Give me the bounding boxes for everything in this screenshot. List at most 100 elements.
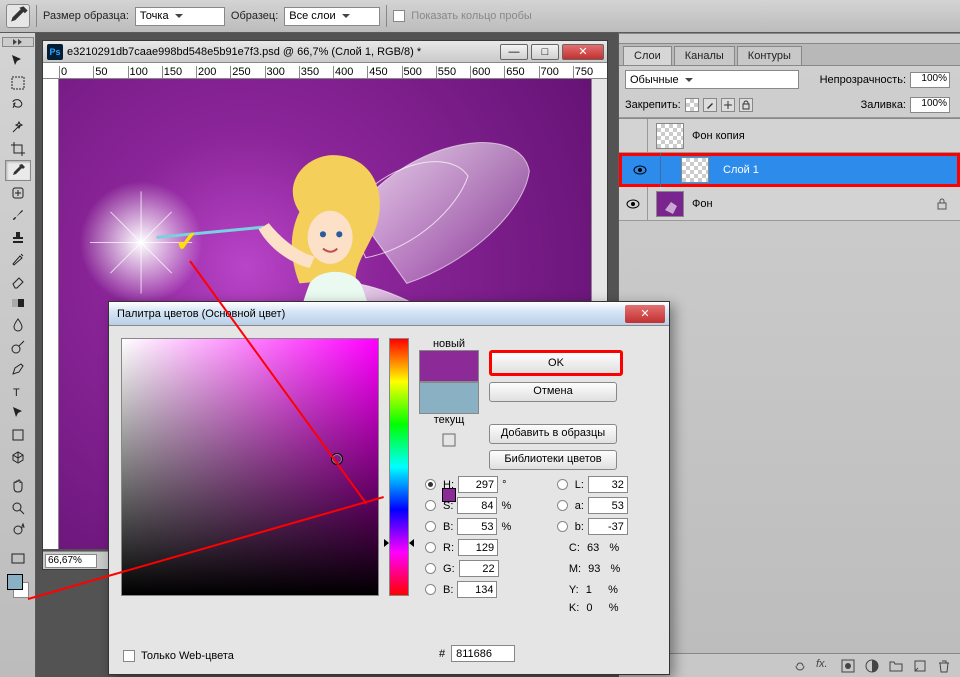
layer-row[interactable]: Фон копия [619,119,960,153]
window-close[interactable]: ✕ [562,44,604,60]
layer-thumbnail[interactable] [681,157,709,183]
eyedropper-tool[interactable] [5,160,31,181]
eraser-tool[interactable] [5,270,31,291]
add-swatch-button[interactable]: Добавить в образцы [489,424,617,444]
fill-input[interactable]: 100% [910,97,950,113]
layer-name[interactable]: Фон копия [692,130,745,142]
opacity-input[interactable]: 100% [910,72,950,88]
bl-input[interactable] [588,518,628,535]
color-swatches[interactable] [5,572,31,600]
l-input[interactable] [588,476,628,493]
hue-pointer[interactable] [384,539,389,547]
wand-tool[interactable] [5,116,31,137]
bv-input[interactable] [457,518,497,535]
tab-layers[interactable]: Слои [623,46,672,65]
window-minimize[interactable]: — [500,44,528,60]
adjustment-icon[interactable] [864,658,880,674]
fx-icon[interactable]: fx. [816,658,832,674]
stamp-tool[interactable] [5,226,31,247]
screen-mode-tool[interactable] [5,548,31,569]
zoom-field[interactable]: 66,67% [45,554,97,568]
cancel-button[interactable]: Отмена [489,382,617,402]
radio-g[interactable] [425,563,436,574]
window-maximize[interactable]: □ [531,44,559,60]
rotate-tool[interactable] [5,519,31,540]
blur-tool[interactable] [5,314,31,335]
web-only-checkbox[interactable] [123,650,135,662]
show-ring-checkbox[interactable] [393,10,405,22]
r-input[interactable] [458,539,498,556]
heal-tool[interactable] [5,182,31,203]
radio-b[interactable] [425,521,436,532]
dialog-titlebar[interactable]: Палитра цветов (Основной цвет) ✕ [109,302,669,326]
bb-input[interactable] [457,581,497,598]
sample-source-select[interactable]: Все слои [284,7,380,26]
lock-position-icon[interactable] [721,98,735,112]
radio-s[interactable] [425,500,436,511]
shape-tool[interactable] [5,424,31,445]
history-brush-tool[interactable] [5,248,31,269]
type-tool[interactable]: T [5,380,31,401]
g-input[interactable] [459,560,499,577]
eyedropper-tool-icon[interactable] [6,4,30,28]
layer-row-selected[interactable]: Слой 1 [619,153,960,187]
radio-r[interactable] [425,542,436,553]
gradient-tool[interactable] [5,292,31,313]
new-color-label: новый [433,338,465,350]
crop-tool[interactable] [5,138,31,159]
radio-bb[interactable] [425,584,436,595]
s-input[interactable] [457,497,497,514]
radio-h[interactable] [425,479,436,490]
hand-tool[interactable] [5,475,31,496]
hex-input[interactable] [451,645,515,662]
folder-icon[interactable] [888,658,904,674]
layer-thumbnail[interactable] [656,123,684,149]
current-color-swatch[interactable] [419,382,479,414]
visibility-toggle[interactable] [626,165,654,175]
a-input[interactable] [588,497,628,514]
radio-bl[interactable] [557,521,568,532]
3d-tool[interactable] [5,446,31,467]
radio-l[interactable] [557,479,568,490]
fill-label: Заливка: [861,99,906,111]
lock-pixels-icon[interactable] [703,98,717,112]
tab-paths[interactable]: Контуры [737,46,802,65]
zoom-tool[interactable] [5,497,31,518]
sample-size-select[interactable]: Точка [135,7,225,26]
hue-pointer[interactable] [409,539,414,547]
dialog-close[interactable]: ✕ [625,305,665,323]
new-layer-icon[interactable] [912,658,928,674]
layer-name[interactable]: Слой 1 [723,164,759,176]
toolbar-collapse[interactable] [2,37,34,47]
lock-all-icon[interactable] [739,98,753,112]
color-libraries-button[interactable]: Библиотеки цветов [489,450,617,470]
pen-tool[interactable] [5,358,31,379]
tab-channels[interactable]: Каналы [674,46,735,65]
layer-thumbnail[interactable] [656,191,684,217]
move-tool[interactable] [5,50,31,71]
current-color-label: текущ [434,414,465,426]
h-input[interactable] [458,476,498,493]
hue-slider[interactable] [389,338,409,596]
ruler-vertical[interactable] [43,79,59,549]
layer-row[interactable]: Фон [619,187,960,221]
gamut-warning-icon[interactable] [441,432,457,448]
trash-icon[interactable] [936,658,952,674]
marquee-tool[interactable] [5,72,31,93]
dodge-tool[interactable] [5,336,31,357]
fg-color-swatch[interactable] [7,574,23,590]
ruler-horizontal[interactable]: 0501001502002503003504004505005506006507… [43,63,607,79]
mask-icon[interactable] [840,658,856,674]
panel-collapse[interactable] [619,34,960,44]
link-icon[interactable] [792,658,808,674]
visibility-toggle[interactable] [619,199,647,209]
brush-tool[interactable] [5,204,31,225]
document-titlebar[interactable]: Ps e3210291db7caae998bd548e5b91e7f3.psd … [43,41,607,63]
path-select-tool[interactable] [5,402,31,423]
lock-transparent-icon[interactable] [685,98,699,112]
lasso-tool[interactable] [5,94,31,115]
radio-a[interactable] [557,500,568,511]
blend-mode-select[interactable]: Обычные [625,70,799,89]
ok-button[interactable]: OK [489,350,623,376]
layer-name[interactable]: Фон [692,198,713,210]
